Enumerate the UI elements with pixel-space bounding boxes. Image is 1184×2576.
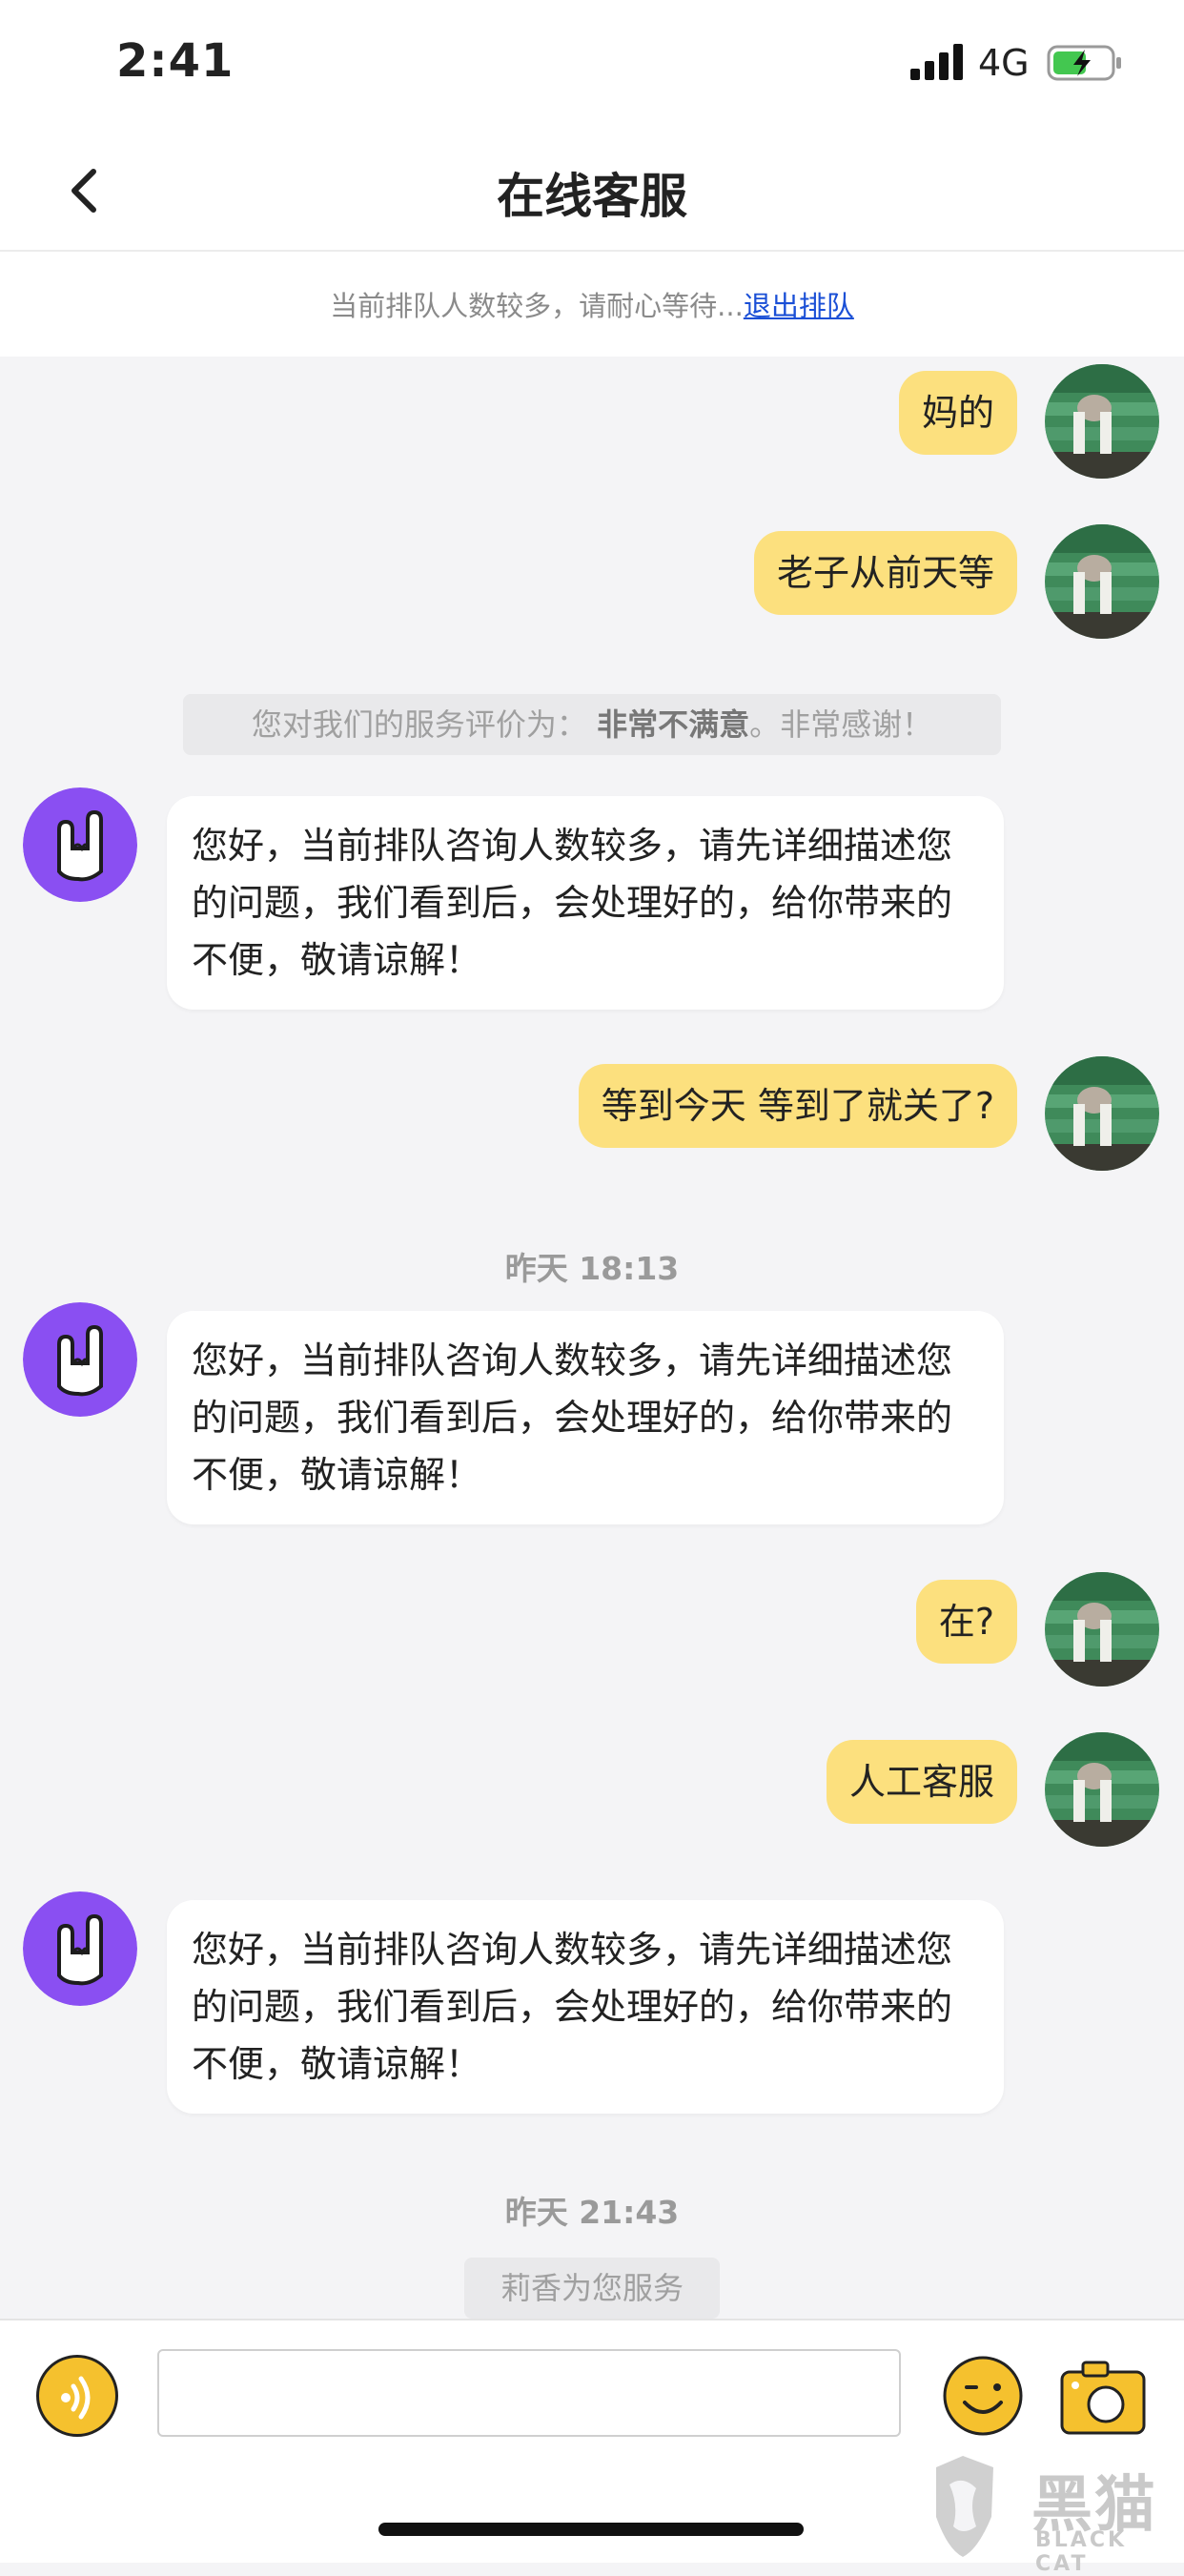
bot-avatar[interactable] xyxy=(23,787,137,902)
page-title: 在线客服 xyxy=(497,169,687,224)
user-avatar-image xyxy=(1045,1056,1159,1171)
battery-charging-icon xyxy=(1047,45,1121,81)
rating-value: 非常不满意 xyxy=(597,706,750,743)
nav-bar: 在线客服 xyxy=(0,133,1184,252)
bot-avatar[interactable] xyxy=(23,1302,137,1417)
rating-prefix: 您对我们的服务评价为： xyxy=(251,706,587,743)
signal-icon xyxy=(910,44,963,80)
status-bar: 2:41 4G xyxy=(0,0,1184,133)
bot-message-bubble: 您好，当前排队咨询人数较多，请先详细描述您的问题，我们看到后，会处理好的，给你带… xyxy=(167,796,1004,1010)
queue-notice: 当前排队人数较多，请耐心等待...退出排队 xyxy=(0,252,1184,357)
status-time: 2:41 xyxy=(116,34,235,88)
user-avatar[interactable] xyxy=(1045,1732,1159,1847)
user-avatar[interactable] xyxy=(1045,1056,1159,1171)
agent-assigned-notice: 莉香为您服务 xyxy=(464,2258,720,2319)
rating-notice: 您对我们的服务评价为： 非常不满意。非常感谢！ xyxy=(183,694,1001,755)
bot-message-bubble: 您好，当前排队咨询人数较多，请先详细描述您的问题，我们看到后，会处理好的，给你带… xyxy=(167,1311,1004,1524)
user-avatar-image xyxy=(1045,1572,1159,1687)
rock-hand-icon xyxy=(23,787,137,902)
user-message-bubble: 等到今天 等到了就关了? xyxy=(578,1064,1017,1148)
user-avatar[interactable] xyxy=(1045,524,1159,639)
user-avatar-image xyxy=(1045,1732,1159,1847)
user-message-bubble: 妈的 xyxy=(898,371,1017,455)
chat-timestamp: 昨天 21:43 xyxy=(504,2194,680,2231)
user-message-bubble: 老子从前天等 xyxy=(753,531,1017,615)
user-avatar[interactable] xyxy=(1045,364,1159,479)
rock-hand-icon xyxy=(23,1302,137,1417)
bot-avatar[interactable] xyxy=(23,1891,137,2006)
user-message-bubble: 在? xyxy=(915,1580,1017,1664)
bot-message-bubble: 您好，当前排队咨询人数较多，请先详细描述您的问题，我们看到后，会处理好的，给你带… xyxy=(167,1900,1004,2114)
voice-button[interactable] xyxy=(36,2355,118,2437)
input-bar xyxy=(0,2319,1184,2467)
watermark-subtitle: BLACK CAT xyxy=(1035,2528,1128,2576)
user-avatar[interactable] xyxy=(1045,1572,1159,1687)
voice-icon xyxy=(61,2376,91,2420)
message-input[interactable] xyxy=(157,2349,901,2437)
emoji-icon[interactable] xyxy=(942,2355,1024,2437)
chat-area[interactable]: 妈的 老子从前天等 您对我们的服务评价为： 非常不满意。非常感谢！ 您好，当前排… xyxy=(0,357,1184,2319)
chat-timestamp: 昨天 18:13 xyxy=(504,1250,680,1287)
camera-icon[interactable] xyxy=(1058,2357,1148,2437)
home-indicator[interactable] xyxy=(378,2523,804,2536)
exit-queue-link[interactable]: 退出排队 xyxy=(744,290,854,322)
rating-suffix: 。非常感谢！ xyxy=(749,706,933,743)
user-avatar-image xyxy=(1045,524,1159,639)
rock-hand-icon xyxy=(23,1891,137,2006)
user-avatar-image xyxy=(1045,364,1159,479)
queue-notice-text: 当前排队人数较多，请耐心等待... xyxy=(330,290,744,322)
network-type: 4G xyxy=(978,42,1030,84)
user-message-bubble: 人工客服 xyxy=(826,1740,1017,1824)
